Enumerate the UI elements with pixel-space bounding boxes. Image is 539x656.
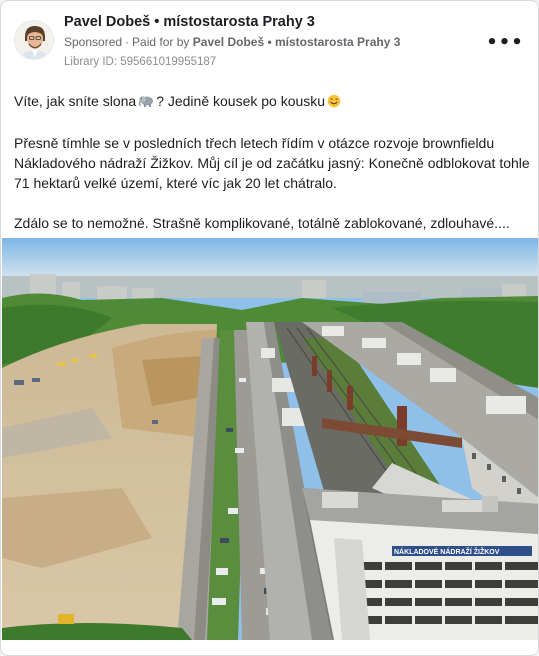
post-text-line: Víte, jak sníte slona ? Jedině kousek po …: [14, 91, 530, 113]
meta-separator: ·: [125, 35, 130, 49]
author-avatar[interactable]: [14, 20, 54, 60]
post-text: Víte, jak sníte slona ? Jedině kousek po …: [14, 91, 530, 233]
post-text-segment: Víte, jak sníte slona: [14, 93, 137, 109]
sponsored-label: Sponsored: [64, 35, 123, 49]
sponsored-post-card: Pavel Dobeš • místostarosta Prahy 3 Spon…: [0, 0, 539, 656]
post-text-segment: ? Jedině kousek po kousku: [156, 93, 326, 109]
author-name[interactable]: Pavel Dobeš • místostarosta Prahy 3: [64, 14, 315, 30]
post-text-line: Nákladového nádraží Žižkov. Můj cíl je o…: [14, 155, 530, 171]
library-id: Library ID: 595661019955187: [64, 56, 217, 68]
elephant-emoji-icon: [138, 93, 154, 113]
paid-for-name[interactable]: Pavel Dobeš • místostarosta Prahy 3: [193, 35, 401, 49]
post-text-line: Přesně tímhle se v posledních třech lete…: [14, 135, 495, 151]
sponsored-meta: Sponsored · Paid for by Pavel Dobeš • míst…: [64, 35, 400, 49]
post-text-line: 71 hektarů velké území, které víc jak 20…: [14, 175, 337, 191]
post-photo[interactable]: NÁKLADOVÉ NÁDRAŽÍ ŽIŽKOV: [2, 238, 538, 640]
more-options-button[interactable]: •••: [486, 32, 523, 53]
post-text-line: Zdálo se to nemožné. Strašně komplikovan…: [14, 215, 510, 231]
post-header: Pavel Dobeš • místostarosta Prahy 3 Spon…: [1, 1, 538, 76]
more-horizontal-icon: •••: [486, 31, 524, 53]
smiling-face-emoji-icon: [327, 93, 341, 113]
building-sign: NÁKLADOVÉ NÁDRAŽÍ ŽIŽKOV: [394, 547, 500, 556]
paid-for-label: Paid for by: [132, 35, 190, 49]
